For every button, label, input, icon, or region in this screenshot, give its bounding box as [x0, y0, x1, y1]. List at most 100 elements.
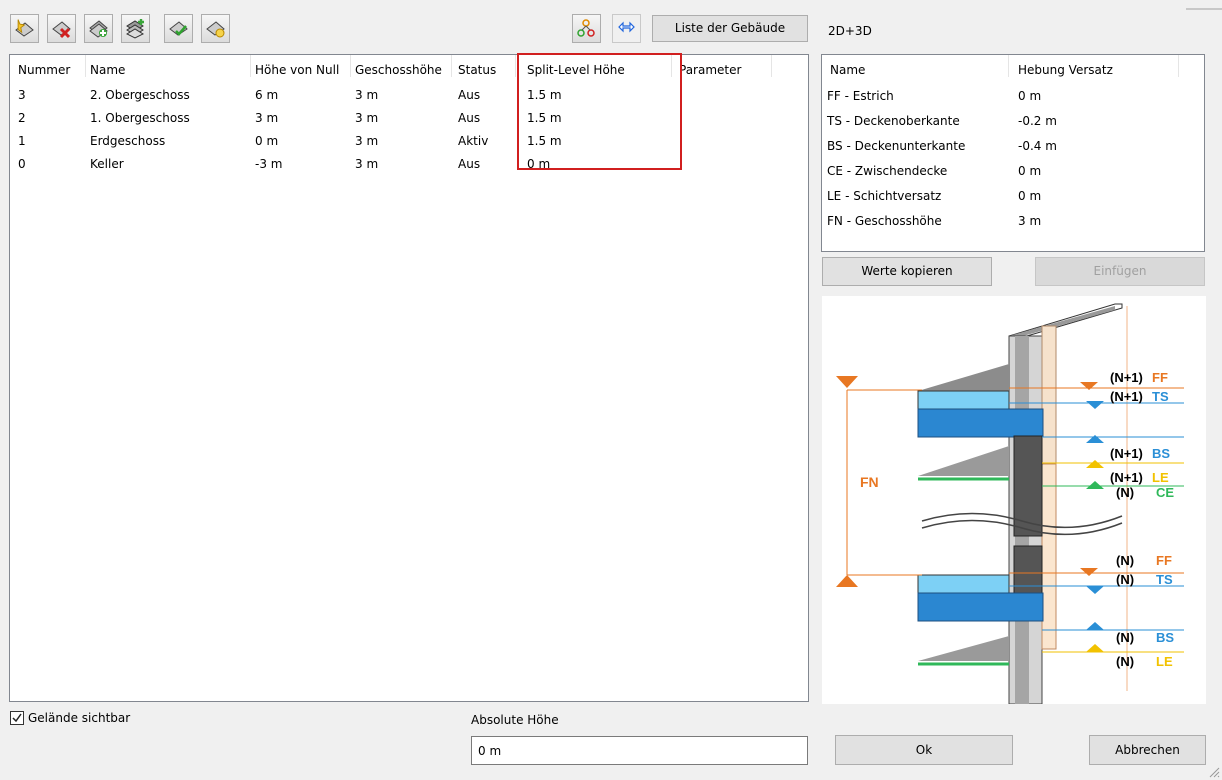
offset-value: 0 m	[1018, 89, 1042, 103]
add-floor-button[interactable]	[10, 14, 39, 43]
row-height-from-zero: -3 m	[255, 157, 283, 171]
checkmark-icon	[12, 713, 22, 723]
offsets-column-header-hebung[interactable]: Hebung Versatz	[1018, 63, 1113, 77]
offset-name: CE - Zwischendecke	[827, 164, 948, 178]
cancel-button[interactable]: Abbrechen	[1089, 735, 1206, 765]
offset-name: BS - Deckenunterkante	[827, 139, 966, 153]
level-prefix-label: (N)	[1116, 654, 1134, 669]
delete-floor-icon	[52, 21, 71, 39]
resize-grip-icon[interactable]	[1206, 764, 1220, 778]
row-floor-height: 3 m	[355, 111, 379, 125]
ok-button[interactable]: Ok	[835, 735, 1013, 765]
offset-row[interactable]: FN - Geschosshöhe 3 m	[822, 210, 1204, 235]
add-multiple-floors-icon	[125, 19, 145, 39]
table-row[interactable]: 3 2. Obergeschoss 6 m 3 m Aus 1.5 m	[10, 85, 808, 108]
absolute-height-label: Absolute Höhe	[471, 713, 559, 727]
offset-value: 0 m	[1018, 189, 1042, 203]
terrain-visible-label: Gelände sichtbar	[28, 711, 131, 725]
ts-label: TS	[1156, 572, 1173, 587]
fn-label: FN	[860, 474, 879, 490]
row-name: Keller	[90, 157, 124, 171]
absolute-height-value: 0 m	[478, 744, 502, 758]
offset-name: FN - Geschosshöhe	[827, 214, 942, 228]
offset-value: -0.4 m	[1018, 139, 1057, 153]
split-level-highlight	[517, 53, 682, 170]
column-header-name[interactable]: Name	[90, 63, 125, 77]
duplicate-floor-button[interactable]	[84, 14, 113, 43]
level-prefix-label: (N+1)	[1110, 370, 1143, 385]
column-header-parameter[interactable]: Parameter	[679, 63, 741, 77]
terrain-visible-checkbox[interactable]	[10, 711, 24, 725]
column-header-geschosshoehe[interactable]: Geschosshöhe	[355, 63, 442, 77]
le-label: LE	[1152, 470, 1169, 485]
view-mode-title: 2D+3D	[828, 24, 872, 38]
column-header-status[interactable]: Status	[458, 63, 496, 77]
level-prefix-label: (N+1)	[1110, 470, 1143, 485]
table-row[interactable]: 0 Keller -3 m 3 m Aus 0 m	[10, 154, 808, 177]
offset-row[interactable]: LE - Schichtversatz 0 m	[822, 185, 1204, 210]
window-edge	[1186, 0, 1222, 10]
level-prefix-label: (N+1)	[1110, 389, 1143, 404]
level-diagram: FN (N+1) FF (N+1) TS (N+1) BS (N+1) LE (…	[822, 296, 1206, 704]
delete-floor-button[interactable]	[47, 14, 76, 43]
ce-label: CE	[1156, 485, 1174, 500]
level-diagram-svg: FN (N+1) FF (N+1) TS (N+1) BS (N+1) LE (…	[836, 303, 1184, 704]
column-separator	[350, 55, 351, 77]
swap-arrows-button[interactable]	[612, 14, 641, 43]
absolute-height-input[interactable]: 0 m	[471, 736, 808, 765]
bs-label: BS	[1152, 446, 1170, 461]
row-name: 2. Obergeschoss	[90, 88, 190, 102]
set-active-floor-icon	[169, 21, 188, 36]
table-row[interactable]: 2 1. Obergeschoss 3 m 3 m Aus 1.5 m	[10, 108, 808, 131]
column-separator	[250, 55, 251, 77]
level-prefix-label: (N)	[1116, 572, 1134, 587]
paste-button[interactable]: Einfügen	[1035, 257, 1205, 286]
row-floor-height: 3 m	[355, 134, 379, 148]
level-tree-button[interactable]	[572, 14, 601, 43]
level-prefix-label: (N)	[1116, 630, 1134, 645]
add-multiple-floors-button[interactable]	[121, 14, 150, 43]
floor-settings-button[interactable]	[201, 14, 230, 43]
offset-value: 3 m	[1018, 214, 1042, 228]
column-separator	[85, 55, 86, 77]
offset-row[interactable]: TS - Deckenoberkante -0.2 m	[822, 110, 1204, 135]
bs-label: BS	[1156, 630, 1174, 645]
duplicate-floor-icon	[89, 20, 108, 38]
set-active-floor-button[interactable]	[164, 14, 193, 43]
offsets-column-header-name[interactable]: Name	[830, 63, 865, 77]
row-name: 1. Obergeschoss	[90, 111, 190, 125]
row-height-from-zero: 0 m	[255, 134, 279, 148]
offsets-table: Name Hebung Versatz FF - Estrich 0 m TS -…	[821, 54, 1205, 252]
column-separator	[451, 55, 452, 77]
row-number: 2	[18, 111, 26, 125]
le-label: LE	[1156, 654, 1173, 669]
offset-value: 0 m	[1018, 164, 1042, 178]
row-height-from-zero: 6 m	[255, 88, 279, 102]
offset-row[interactable]: CE - Zwischendecke 0 m	[822, 160, 1204, 185]
add-floor-icon	[15, 19, 34, 37]
ff-label: FF	[1152, 370, 1168, 385]
level-prefix-label: (N)	[1116, 553, 1134, 568]
offset-row[interactable]: FF - Estrich 0 m	[822, 85, 1204, 110]
ff-label: FF	[1156, 553, 1172, 568]
column-separator	[1178, 55, 1179, 77]
column-separator	[771, 55, 772, 77]
level-prefix-label: (N+1)	[1110, 446, 1143, 461]
floor-settings-icon	[206, 21, 225, 38]
offset-row[interactable]: BS - Deckenunterkante -0.4 m	[822, 135, 1204, 160]
table-row[interactable]: 1 Erdgeschoss 0 m 3 m Aktiv 1.5 m	[10, 131, 808, 154]
row-height-from-zero: 3 m	[255, 111, 279, 125]
swap-arrows-icon	[618, 21, 635, 33]
column-header-hoehe-von-null[interactable]: Höhe von Null	[255, 63, 339, 77]
column-header-nummer[interactable]: Nummer	[18, 63, 70, 77]
level-prefix-label: (N)	[1116, 485, 1134, 500]
row-status: Aus	[458, 88, 481, 102]
buildings-list-button[interactable]: Liste der Gebäude	[652, 15, 808, 42]
column-separator	[1008, 55, 1009, 77]
row-status: Aktiv	[458, 134, 489, 148]
row-name: Erdgeschoss	[90, 134, 166, 148]
offset-name: LE - Schichtversatz	[827, 189, 942, 203]
row-number: 1	[18, 134, 26, 148]
copy-values-button[interactable]: Werte kopieren	[822, 257, 992, 286]
offset-value: -0.2 m	[1018, 114, 1057, 128]
